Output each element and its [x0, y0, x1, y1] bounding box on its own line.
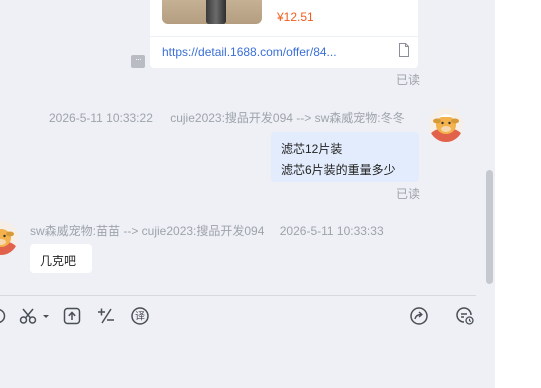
scrollbar-thumb[interactable]	[486, 170, 493, 284]
right-blank-area	[495, 0, 541, 388]
message-header-outgoing: 2026-5-11 10:33:22 cujie2023:搜品开发094 -->…	[49, 109, 405, 126]
message-header-incoming: sw森威宠物:苗苗 --> cujie2023:搜品开发094 2026-5-1…	[30, 222, 384, 239]
read-status: 已读	[396, 73, 421, 87]
cow-avatar-icon	[0, 221, 18, 255]
more-options-icon[interactable]: ···	[131, 55, 145, 68]
card-divider	[150, 36, 418, 37]
message-text: 滤芯12片装	[281, 142, 343, 156]
message-text: 几克吧	[40, 254, 77, 268]
message-bubble-incoming[interactable]: 几克吧	[30, 244, 92, 273]
quick-phrase-icon[interactable]	[96, 306, 116, 326]
chat-panel: ¥12.51 https://detail.1688.com/offer/84.…	[0, 0, 495, 388]
toolbar-divider	[0, 295, 476, 296]
dropdown-caret-icon[interactable]	[36, 306, 49, 326]
scissors-icon[interactable]	[18, 306, 38, 326]
product-link[interactable]: https://detail.1688.com/offer/84...	[162, 45, 337, 59]
message-bubble-outgoing[interactable]: 滤芯12片装 滤芯6片装的重量多少	[271, 132, 419, 182]
message-timestamp: 2026-5-11 10:33:33	[279, 224, 384, 238]
message-timestamp: 2026-5-11 10:33:22	[49, 111, 153, 125]
translate-icon[interactable]: 译	[130, 306, 150, 326]
cow-avatar-icon	[429, 108, 463, 142]
upload-icon[interactable]	[62, 306, 82, 326]
product-card[interactable]: ¥12.51 https://detail.1688.com/offer/84.…	[150, 0, 418, 68]
read-status: 已读	[396, 187, 421, 201]
forward-icon[interactable]	[409, 306, 429, 326]
message-text: 滤芯6片装的重量多少	[281, 163, 396, 177]
product-image[interactable]	[162, 0, 262, 24]
avatar[interactable]	[0, 221, 18, 255]
document-icon[interactable]	[398, 43, 410, 57]
avatar[interactable]	[429, 108, 463, 142]
partial-tool-icon[interactable]	[0, 306, 8, 326]
product-price: ¥12.51	[277, 10, 314, 24]
message-sender: sw森威宠物:苗苗 --> cujie2023:搜品开发094	[30, 224, 265, 238]
history-icon[interactable]	[455, 306, 475, 326]
message-sender: cujie2023:搜品开发094 --> sw森威宠物:冬冬	[170, 111, 405, 125]
translate-glyph: 译	[135, 311, 145, 323]
